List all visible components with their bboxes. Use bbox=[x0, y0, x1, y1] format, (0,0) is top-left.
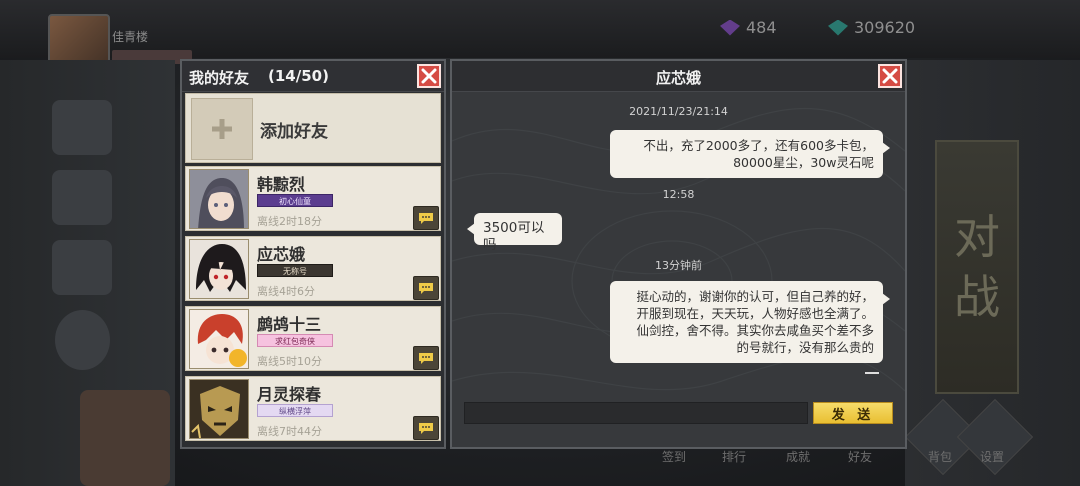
chat-bubble-icon bbox=[419, 352, 433, 364]
chat-bubble-icon bbox=[419, 212, 433, 224]
bottom-button-friends: 好友 bbox=[848, 450, 873, 464]
friends-title: 我的好友 bbox=[189, 69, 250, 87]
purple-gem-icon bbox=[720, 19, 740, 36]
friends-header: 我的好友 (14/50) bbox=[182, 61, 444, 92]
chat-button[interactable] bbox=[413, 416, 439, 440]
friends-count: (14/50) bbox=[268, 67, 329, 85]
friend-avatar bbox=[189, 379, 249, 439]
chat-bubble-icon bbox=[419, 422, 433, 434]
chat-button[interactable] bbox=[413, 276, 439, 300]
chat-button[interactable] bbox=[413, 346, 439, 370]
friend-status: 离线5时10分 bbox=[257, 355, 322, 368]
friend-avatar bbox=[189, 169, 249, 229]
friend-avatar bbox=[189, 239, 249, 299]
message-timestamp: 13分钟前 bbox=[655, 259, 702, 272]
friend-title-badge: 无称号 bbox=[257, 264, 333, 277]
message-bubble-outgoing: 挺心动的，谢谢你的认可，但自己养的好， 开服到现在，天天玩，人物好感也全满了。 … bbox=[610, 281, 890, 363]
bottom-button-rank: 排行 bbox=[722, 450, 747, 464]
friend-status: 离线7时44分 bbox=[257, 425, 322, 438]
send-button[interactable]: 发 送 bbox=[813, 402, 893, 424]
chat-message-input[interactable] bbox=[464, 402, 808, 424]
close-icon bbox=[421, 68, 437, 84]
close-icon bbox=[882, 68, 898, 84]
friend-name: 月灵探春 bbox=[257, 385, 322, 404]
chat-header: 应芯娥 bbox=[452, 61, 905, 92]
message-bubble-incoming: 3500可以吗 bbox=[467, 213, 562, 253]
teal-crystal-icon bbox=[828, 19, 848, 36]
friend-card[interactable]: 应芯娥 无称号 离线4时6分 bbox=[185, 236, 441, 301]
chat-close-button[interactable] bbox=[878, 64, 902, 88]
message-timestamp: 12:58 bbox=[662, 188, 695, 201]
chat-background-pattern bbox=[452, 61, 905, 447]
friend-name: 韩黥烈 bbox=[257, 175, 306, 194]
battle-banner: 对 战 bbox=[935, 140, 1019, 394]
friend-name: 应芯娥 bbox=[257, 245, 306, 264]
chat-panel: 应芯娥 2021/11/23/21:14 不出，充了2000多了，还有600多卡… bbox=[450, 59, 907, 449]
bottom-button-settings: 设置 bbox=[980, 450, 1005, 464]
friends-close-button[interactable] bbox=[417, 64, 441, 88]
friend-card[interactable]: 鹧鸪十三 求红包奇侠 离线5时10分 bbox=[185, 306, 441, 371]
friend-title-badge: 求红包奇侠 bbox=[257, 334, 333, 347]
teal-crystal-counter: 309620 bbox=[828, 18, 915, 37]
add-friend-label: 添加好友 bbox=[260, 122, 328, 142]
background-left-nav bbox=[0, 60, 175, 486]
player-name: 佳青楼 bbox=[112, 30, 149, 44]
add-friend-button[interactable]: 添加好友 bbox=[185, 93, 441, 163]
friend-title-badge: 纵横浮萍 bbox=[257, 404, 333, 417]
scroll-indicator bbox=[865, 372, 879, 374]
chat-title: 应芯娥 bbox=[655, 69, 701, 87]
chat-bubble-icon bbox=[419, 282, 433, 294]
friend-card[interactable]: 韩黥烈 初心仙童 离线2时18分 bbox=[185, 166, 441, 231]
friend-status: 离线4时6分 bbox=[257, 285, 315, 298]
message-timestamp: 2021/11/23/21:14 bbox=[629, 105, 728, 118]
bottom-button-achieve: 成就 bbox=[786, 450, 811, 464]
bottom-button-bag: 背包 bbox=[928, 450, 953, 464]
friend-avatar bbox=[189, 309, 249, 369]
friend-card[interactable]: 月灵探春 纵横浮萍 离线7时44分 bbox=[185, 376, 441, 441]
chat-button[interactable] bbox=[413, 206, 439, 230]
friend-name: 鹧鸪十三 bbox=[257, 315, 322, 334]
message-bubble-outgoing: 不出，充了2000多了，还有600多卡包， 80000星尘，30w灵石呢 bbox=[610, 130, 890, 178]
friend-status: 离线2时18分 bbox=[257, 215, 322, 228]
purple-gem-counter: 484 bbox=[720, 18, 777, 37]
friend-title-badge: 初心仙童 bbox=[257, 194, 333, 207]
bottom-button-signin: 签到 bbox=[662, 450, 687, 464]
plus-icon bbox=[191, 98, 253, 160]
friends-panel: 我的好友 (14/50) 添加好友 韩黥烈 初心仙童 离线2时18分 应芯娥 无… bbox=[180, 59, 446, 449]
